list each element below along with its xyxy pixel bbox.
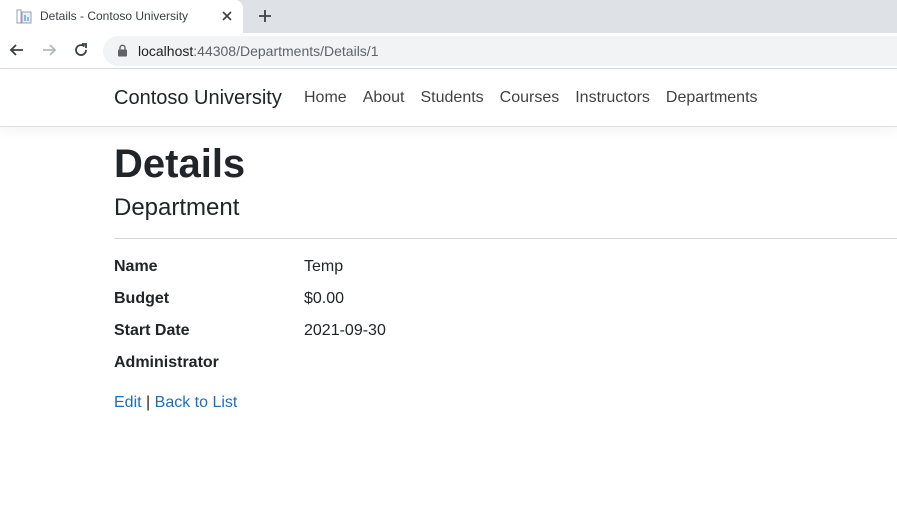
browser-toolbar: localhost:44308/Departments/Details/1 xyxy=(0,33,897,69)
reload-icon[interactable] xyxy=(72,41,90,59)
back-to-list-link[interactable]: Back to List xyxy=(155,394,238,411)
detail-row-budget: Budget $0.00 xyxy=(114,287,897,319)
plus-icon[interactable] xyxy=(257,8,273,24)
field-label: Administrator xyxy=(114,353,219,371)
field-value: 2021-09-30 xyxy=(304,321,386,339)
link-separator: | xyxy=(146,393,151,411)
nav-link-home[interactable]: Home xyxy=(296,89,355,107)
close-icon[interactable] xyxy=(219,8,235,24)
detail-row-name: Name Temp xyxy=(114,255,897,287)
nav-link-students[interactable]: Students xyxy=(413,89,492,107)
tab-title: Details - Contoso University xyxy=(40,9,189,23)
field-label: Budget xyxy=(114,289,170,307)
field-value: Temp xyxy=(304,257,344,275)
site-navbar: Contoso University Home About Students C… xyxy=(0,70,897,127)
address-bar[interactable]: localhost:44308/Departments/Details/1 xyxy=(103,36,897,66)
detail-row-administrator: Administrator xyxy=(114,351,897,383)
page-title: Details xyxy=(114,142,246,186)
nav-link-about[interactable]: About xyxy=(355,89,413,107)
browser-tab[interactable]: Details - Contoso University xyxy=(0,0,243,33)
divider xyxy=(114,237,897,239)
field-label: Name xyxy=(114,257,158,275)
nav-link-instructors[interactable]: Instructors xyxy=(567,89,658,107)
browser-tabstrip: Details - Contoso University xyxy=(0,0,897,33)
action-links: Edit | Back to List xyxy=(114,391,897,415)
brand-link[interactable]: Contoso University xyxy=(114,87,282,110)
back-arrow-icon[interactable] xyxy=(8,41,26,59)
page-subtitle: Department xyxy=(114,194,240,221)
forward-arrow-icon[interactable] xyxy=(40,41,58,59)
field-label: Start Date xyxy=(114,321,190,339)
main-content: Details Department Name Temp Budget $0.0… xyxy=(114,140,897,415)
edit-link[interactable]: Edit xyxy=(114,394,142,411)
page-icon xyxy=(16,9,32,24)
details-list: Name Temp Budget $0.00 Start Date 2021-0… xyxy=(114,255,897,383)
url-text: localhost:44308/Departments/Details/1 xyxy=(138,43,379,59)
field-value: $0.00 xyxy=(304,289,345,307)
nav-link-courses[interactable]: Courses xyxy=(492,89,568,107)
lock-icon[interactable] xyxy=(117,44,128,57)
nav-link-departments[interactable]: Departments xyxy=(658,89,766,107)
nav-menu: Home About Students Courses Instructors … xyxy=(296,89,766,107)
detail-row-start-date: Start Date 2021-09-30 xyxy=(114,319,897,351)
